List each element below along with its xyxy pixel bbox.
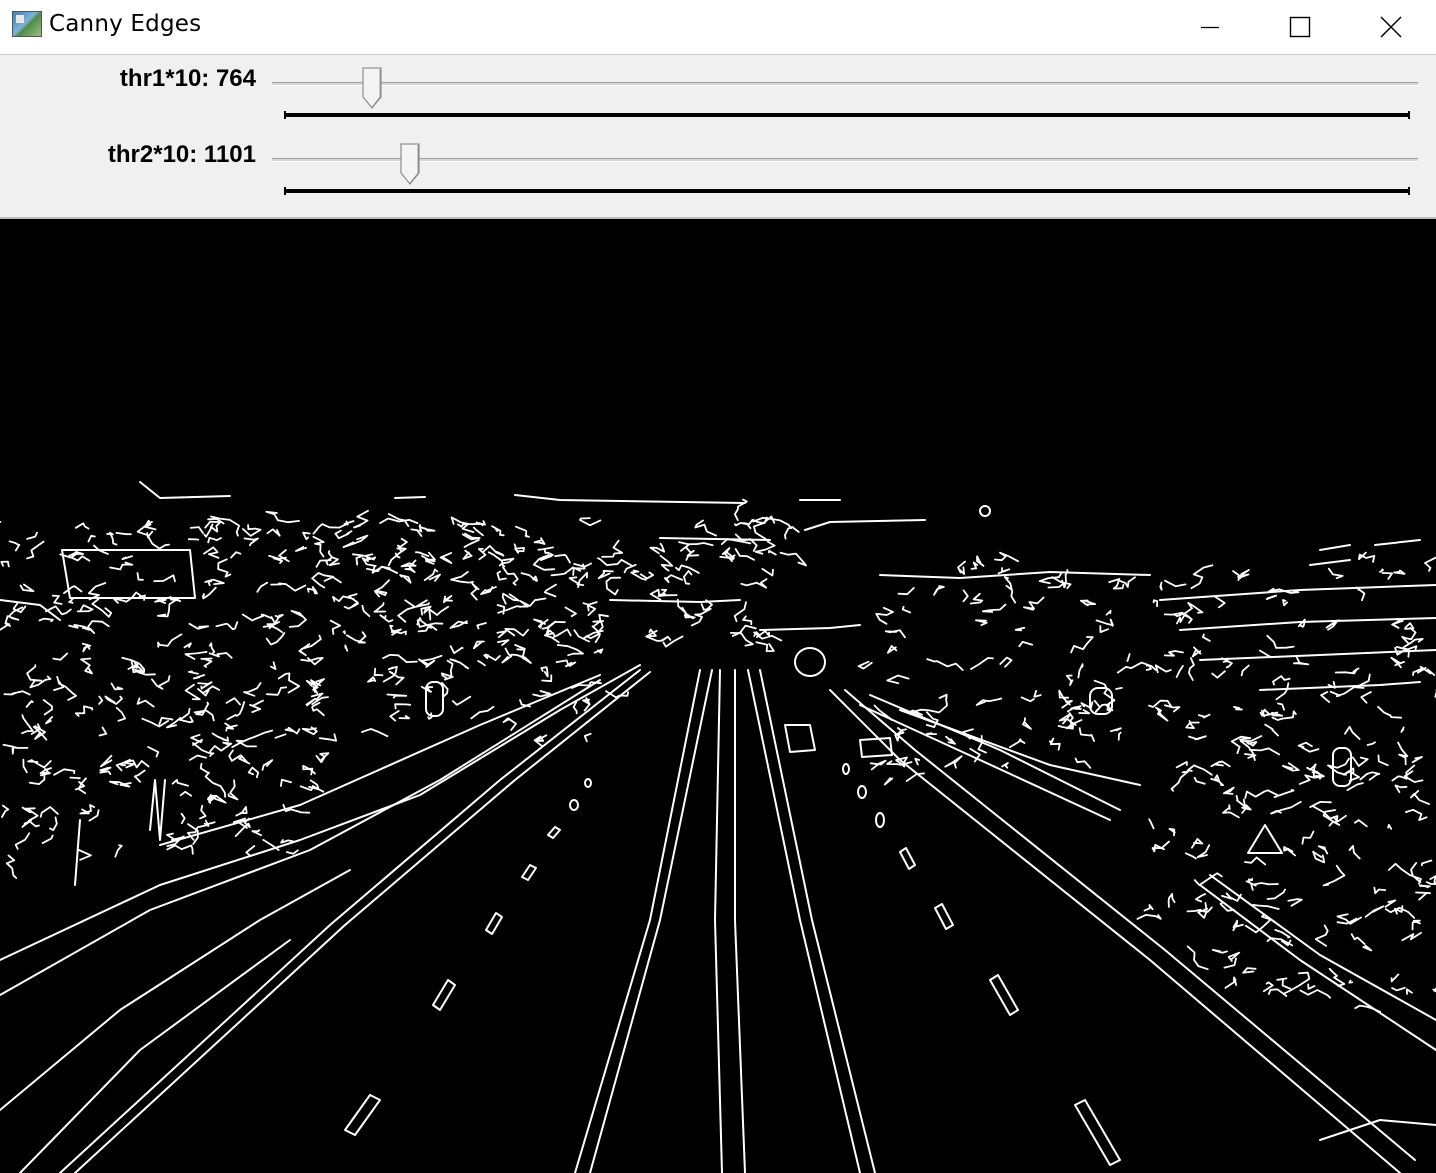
road-edge-right-inner <box>844 689 1416 1161</box>
minimize-button[interactable] <box>1164 0 1256 54</box>
close-button[interactable] <box>1346 0 1436 54</box>
bridge-edge <box>609 599 741 603</box>
threshold1-slider-track[interactable] <box>272 82 1418 86</box>
lane-marker <box>569 799 579 811</box>
threshold2-slider-thumb[interactable] <box>400 143 420 185</box>
skyline-edge <box>1374 539 1421 546</box>
pole-edge <box>149 779 166 841</box>
guardrail-left-3 <box>0 869 351 1111</box>
threshold2-slider-track[interactable] <box>272 158 1418 162</box>
lane-dash <box>547 826 561 839</box>
barrier-right-3 <box>899 709 1141 786</box>
canny-edge-image <box>0 481 1436 1173</box>
guardrail-left-2 <box>0 679 601 996</box>
median-right-edge <box>747 669 861 1173</box>
maximize-button[interactable] <box>1254 0 1346 54</box>
lane-marker <box>842 763 850 775</box>
lane-dash <box>899 847 916 870</box>
treeline-edge <box>1259 681 1421 691</box>
minimize-icon <box>1201 26 1219 29</box>
lane-marker <box>875 812 885 828</box>
threshold2-label: thr2*10: 1101 <box>107 141 256 168</box>
skyline-edge <box>804 519 926 531</box>
road-sign-outline <box>1247 824 1283 854</box>
guardrail-left-1 <box>0 664 641 961</box>
guardrail-left-5 <box>159 674 601 846</box>
lane-marker <box>584 778 592 788</box>
bridge-edge <box>759 624 861 631</box>
title-bar[interactable]: Canny Edges <box>0 0 1436 55</box>
lane-dash <box>485 912 503 935</box>
threshold1-slider-thumb[interactable] <box>362 67 382 109</box>
skyline-edge <box>139 481 231 499</box>
median-barrier-right <box>734 669 746 1173</box>
window-title: Canny Edges <box>49 11 202 37</box>
threshold1-scale-line <box>284 111 1410 119</box>
treeline-edge <box>879 571 1151 579</box>
guardrail-left-4 <box>19 939 291 1173</box>
median-right-edge-2 <box>759 669 876 1173</box>
lane-dash <box>989 974 1019 1016</box>
skyline-edge <box>1319 544 1351 551</box>
skyline-edge <box>979 505 991 517</box>
guardrail-right-2 <box>1209 874 1436 1021</box>
maximize-icon <box>1289 16 1311 38</box>
lane-dash <box>934 903 954 930</box>
lane-dash <box>521 864 537 881</box>
lane-dash <box>1074 1099 1121 1166</box>
road-edge-left-inner <box>74 671 651 1173</box>
trackbar-panel: thr1*10: 764 thr2*10: 1101 <box>0 55 1436 219</box>
lane-dash <box>432 979 456 1011</box>
guardrail-right-1 <box>1199 884 1436 1051</box>
skyline-edge <box>394 496 426 499</box>
median-left-edge <box>574 669 701 1173</box>
vehicle-outline <box>794 647 826 677</box>
lane-dash <box>344 1094 381 1136</box>
threshold2-scale-line <box>284 187 1410 195</box>
skyline-edge <box>659 537 771 541</box>
skyline-edge <box>514 494 746 504</box>
close-icon <box>1380 16 1402 38</box>
median-barrier-left <box>714 669 723 1173</box>
treeline-edge <box>1199 649 1436 661</box>
window-app-icon[interactable] <box>12 11 42 37</box>
pole-edge <box>74 819 81 886</box>
edge-image-canvas <box>0 220 1436 1173</box>
vehicle-outline <box>784 724 816 753</box>
skyline-edge <box>1309 559 1351 566</box>
median-left-edge-2 <box>589 669 713 1173</box>
lane-marker <box>857 785 867 799</box>
threshold1-label: thr1*10: 764 <box>119 65 256 92</box>
road-edge-right-outer <box>829 689 1401 1173</box>
